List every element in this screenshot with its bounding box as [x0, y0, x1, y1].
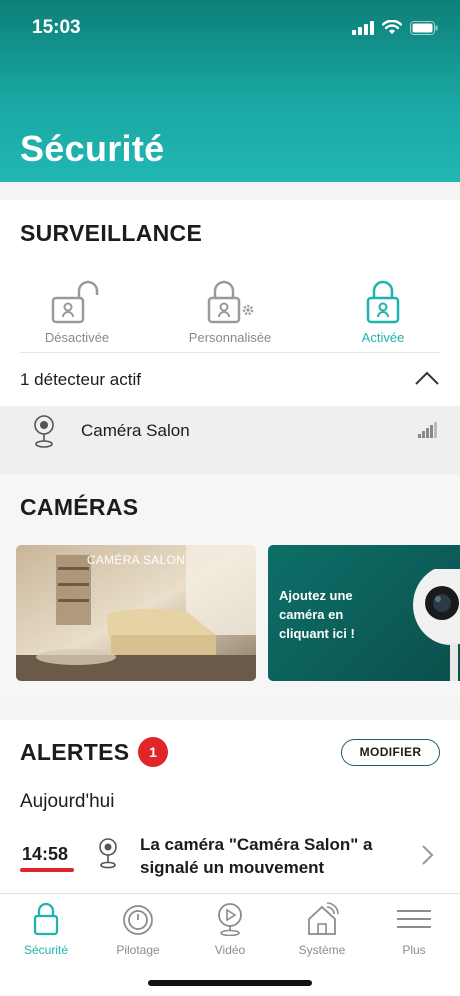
detector-summary-text: 1 détecteur actif — [20, 370, 141, 389]
alert-time-underline — [20, 868, 74, 872]
tab-label: Système — [298, 943, 346, 957]
mode-deactivated[interactable]: Désactivée — [12, 280, 142, 345]
alerts-day-label: Aujourd'hui — [20, 791, 115, 812]
padlock-gear-icon — [207, 280, 254, 324]
unlocked-padlock-icon — [51, 280, 99, 324]
tab-pilotage[interactable]: Pilotage — [92, 902, 184, 957]
mode-customized[interactable]: Personnalisée — [165, 280, 295, 345]
detector-name: Caméra Salon — [81, 421, 190, 440]
modify-button-label: MODIFIER — [359, 745, 422, 759]
alert-message: La caméra "Caméra Salon" a signalé un mo… — [140, 835, 373, 877]
camera-device-icon — [413, 569, 460, 681]
surveillance-title: SURVEILLANCE — [20, 220, 203, 246]
alert-item[interactable]: 14:58 La caméra "Caméra Salon" a signalé… — [0, 826, 460, 890]
camera-thumbnail-salon[interactable]: CAMÉRA SALON — [16, 545, 256, 681]
camera-name: CAMÉRA SALON — [86, 553, 186, 567]
locked-padlock-icon — [366, 280, 400, 324]
add-camera-text: Ajoutez une caméra en cliquant ici ! — [279, 588, 355, 641]
tab-label: Pilotage — [116, 943, 160, 957]
tab-label: Sécurité — [23, 943, 69, 957]
cameras-title: CAMÉRAS — [20, 494, 139, 520]
detector-row[interactable]: Caméra Salon — [0, 406, 460, 474]
mode-label: Activée — [361, 330, 405, 345]
video-camera-icon — [218, 903, 242, 937]
battery-icon — [410, 20, 438, 35]
tab-label: Plus — [402, 943, 426, 957]
mode-label: Désactivée — [44, 330, 110, 345]
wifi-icon — [382, 20, 402, 34]
mode-activated[interactable]: Activée — [318, 280, 448, 345]
mode-label: Personnalisée — [188, 330, 272, 345]
detector-summary-row[interactable]: 1 détecteur actif — [0, 356, 460, 406]
signal-strength-icon — [418, 422, 437, 438]
home-wifi-icon — [308, 902, 339, 935]
signal-icon — [352, 20, 374, 35]
home-indicator — [148, 980, 312, 986]
modify-button[interactable]: MODIFIER — [341, 739, 440, 766]
tab-securite[interactable]: Sécurité — [0, 902, 92, 957]
status-time: 15:03 — [32, 17, 81, 38]
chevron-right-icon[interactable] — [420, 844, 434, 866]
alerts-count-badge: 1 — [138, 737, 168, 767]
camera-icon — [99, 838, 117, 869]
locked-padlock-icon — [33, 902, 59, 936]
tab-plus[interactable]: Plus — [368, 902, 460, 957]
header: 15:03 Sécurité — [0, 0, 460, 182]
status-icons — [352, 20, 438, 35]
alert-time: 14:58 — [22, 844, 69, 864]
alerts-title: ALERTES — [20, 739, 130, 765]
menu-icon — [397, 910, 431, 928]
add-camera-card[interactable]: Ajoutez une caméra en cliquant ici ! — [268, 545, 460, 681]
chevron-up-icon[interactable] — [414, 370, 440, 386]
power-dial-icon — [123, 905, 153, 935]
divider — [20, 352, 440, 353]
tab-label: Vidéo — [214, 943, 246, 957]
camera-icon — [34, 415, 54, 448]
tab-video[interactable]: Vidéo — [184, 902, 276, 957]
page-title: Sécurité — [20, 128, 165, 169]
tab-systeme[interactable]: Système — [276, 902, 368, 957]
